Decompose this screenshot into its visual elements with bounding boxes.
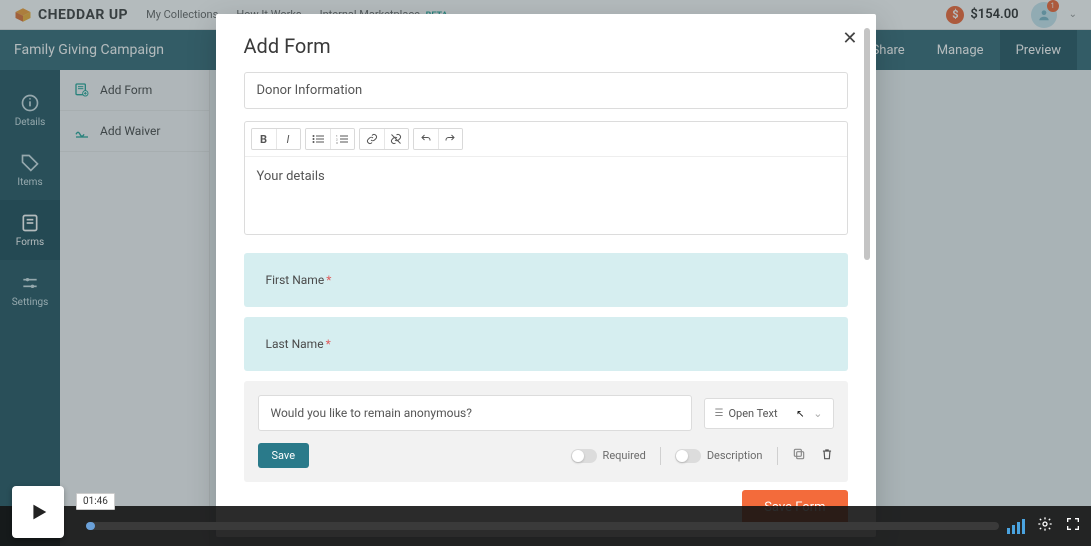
unlink-button[interactable] [384, 129, 408, 149]
cursor-icon: ↖ [796, 409, 804, 420]
required-star: * [326, 337, 331, 351]
progress-bar[interactable] [86, 522, 999, 530]
required-label: Required [603, 449, 646, 462]
link-button[interactable] [360, 129, 384, 149]
modal-title: Add Form [244, 34, 848, 58]
required-toggle[interactable] [571, 449, 597, 463]
fullscreen-button[interactable] [1065, 516, 1081, 536]
question-block: ☰ Open Text ⌄ ↖ Save Required [244, 381, 848, 482]
svg-text:3: 3 [336, 141, 338, 144]
numbered-list-icon: 123 [336, 134, 348, 144]
form-title-input[interactable] [244, 72, 848, 109]
unlink-icon [390, 133, 402, 145]
modal-scrollbar[interactable] [864, 28, 870, 450]
undo-icon [420, 133, 432, 145]
undo-button[interactable] [414, 129, 438, 149]
question-type-label: Open Text [728, 407, 777, 420]
bullet-list-icon [312, 134, 324, 144]
redo-icon [444, 133, 456, 145]
copy-icon [792, 447, 806, 461]
field-first-name-label: First Name [266, 273, 325, 287]
description-toggle[interactable] [675, 449, 701, 463]
field-last-name[interactable]: Last Name* [244, 317, 848, 371]
progress-played [86, 522, 95, 530]
required-toggle-wrap: Required [571, 449, 646, 463]
divider [777, 447, 778, 465]
add-form-modal: ✕ Add Form B I 123 [216, 14, 876, 537]
play-icon [27, 501, 49, 523]
text-lines-icon: ☰ [715, 408, 724, 419]
copy-button[interactable] [792, 447, 806, 465]
chevron-down-icon: ⌄ [813, 407, 822, 420]
italic-button[interactable]: I [276, 129, 300, 149]
trash-icon [820, 447, 834, 461]
link-icon [366, 133, 378, 145]
settings-button[interactable] [1037, 516, 1053, 536]
divider [660, 447, 661, 465]
rich-text-editor: B I 123 [244, 121, 848, 235]
field-last-name-label: Last Name [266, 337, 324, 351]
rte-body[interactable]: Your details [245, 157, 847, 234]
save-question-button[interactable]: Save [258, 443, 310, 468]
time-display: 01:46 [76, 493, 115, 510]
close-icon[interactable]: ✕ [842, 28, 857, 49]
scrollbar-thumb[interactable] [864, 28, 870, 260]
description-label: Description [707, 449, 763, 462]
redo-button[interactable] [438, 129, 462, 149]
gear-icon [1037, 516, 1053, 532]
field-first-name[interactable]: First Name* [244, 253, 848, 307]
volume-button[interactable] [1007, 519, 1025, 534]
description-toggle-wrap: Description [675, 449, 763, 463]
play-button[interactable] [12, 486, 64, 538]
delete-button[interactable] [820, 447, 834, 465]
bullet-list-button[interactable] [306, 129, 330, 149]
modal-overlay: ✕ Add Form B I 123 [0, 0, 1091, 546]
fullscreen-icon [1065, 516, 1081, 532]
video-controls: 01:46 [0, 506, 1091, 546]
numbered-list-button[interactable]: 123 [330, 129, 354, 149]
required-star: * [326, 273, 331, 287]
question-type-select[interactable]: ☰ Open Text ⌄ ↖ [704, 398, 834, 429]
question-text-input[interactable] [258, 395, 692, 431]
bold-button[interactable]: B [252, 129, 276, 149]
rte-toolbar: B I 123 [245, 122, 847, 157]
